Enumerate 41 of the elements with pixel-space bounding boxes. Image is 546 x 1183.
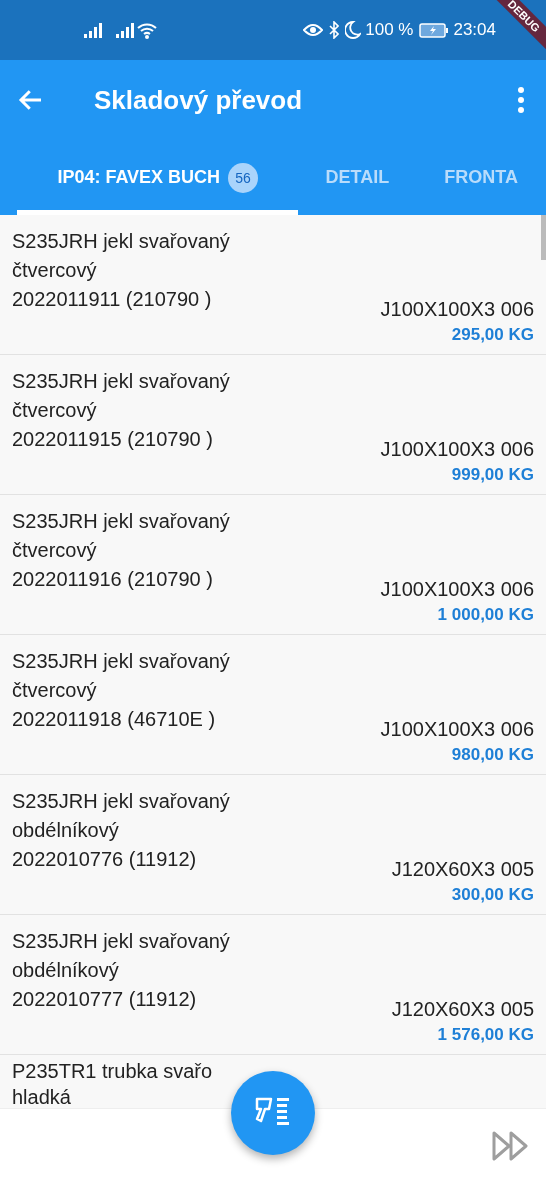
scrollbar <box>541 215 546 260</box>
bluetooth-icon <box>329 21 340 39</box>
item-name: P235TR1 trubka svařo <box>12 1059 213 1084</box>
item-name: S235JRH jekl svařovaný obdélníkový <box>12 929 231 983</box>
weight-text: 980,00 KG <box>451 744 534 766</box>
wifi-icon <box>137 21 157 39</box>
dimension-text: J100X100X3 006 <box>380 577 534 602</box>
dimension-text: J120X60X3 005 <box>391 857 534 882</box>
item-name: S235JRH jekl svařovaný čtvercový <box>12 509 231 563</box>
battery-level-text: 100 % <box>365 19 414 42</box>
moon-icon <box>345 21 362 39</box>
eye-icon <box>303 23 324 37</box>
weight-text: 999,00 KG <box>451 464 534 486</box>
clock-text: 23:04 <box>453 19 496 42</box>
tab[interactable]: IP04: FAVEX BUCH 56 <box>17 140 299 215</box>
count-badge: 56 <box>228 162 259 193</box>
batch-text: 2022011918 (46710E ) <box>12 707 217 732</box>
item-name: S235JRH jekl svařovaný čtvercový <box>12 229 231 283</box>
batch-text: 2022010777 (11912) <box>12 987 198 1012</box>
screen-title: Skladový převod <box>94 83 304 117</box>
dimension-text: J100X100X3 006 <box>380 297 534 322</box>
signal-icon <box>84 22 102 38</box>
batch-text: 2022011911 (210790 ) <box>12 287 213 312</box>
item-name: S235JRH jekl svařovaný čtvercový <box>12 649 231 703</box>
item-name: S235JRH jekl svařovaný čtvercový <box>12 369 231 423</box>
dimension-text: J120X60X3 005 <box>391 997 534 1022</box>
item-name: hladká <box>12 1085 72 1108</box>
weight-text: 1 576,00 KG <box>437 1024 534 1046</box>
battery-icon <box>419 22 450 38</box>
item-name: S235JRH jekl svařovaný obdélníkový <box>12 789 231 843</box>
dimension-text: J100X100X3 006 <box>380 717 534 742</box>
batch-text: 2022011916 (210790 ) <box>12 567 214 592</box>
weight-text: 295,00 KG <box>451 324 534 346</box>
batch-text: 2022011915 (210790 ) <box>12 427 214 452</box>
more-menu-button[interactable] <box>516 86 526 114</box>
signal-icon <box>116 22 134 38</box>
batch-text: 2022010776 (11912) <box>12 847 198 872</box>
weight-text: 300,00 KG <box>451 884 534 906</box>
fast-forward-button[interactable] <box>492 1131 530 1161</box>
weight-text: 1 000,00 KG <box>437 604 534 626</box>
dimension-text: J100X100X3 006 <box>380 437 534 462</box>
